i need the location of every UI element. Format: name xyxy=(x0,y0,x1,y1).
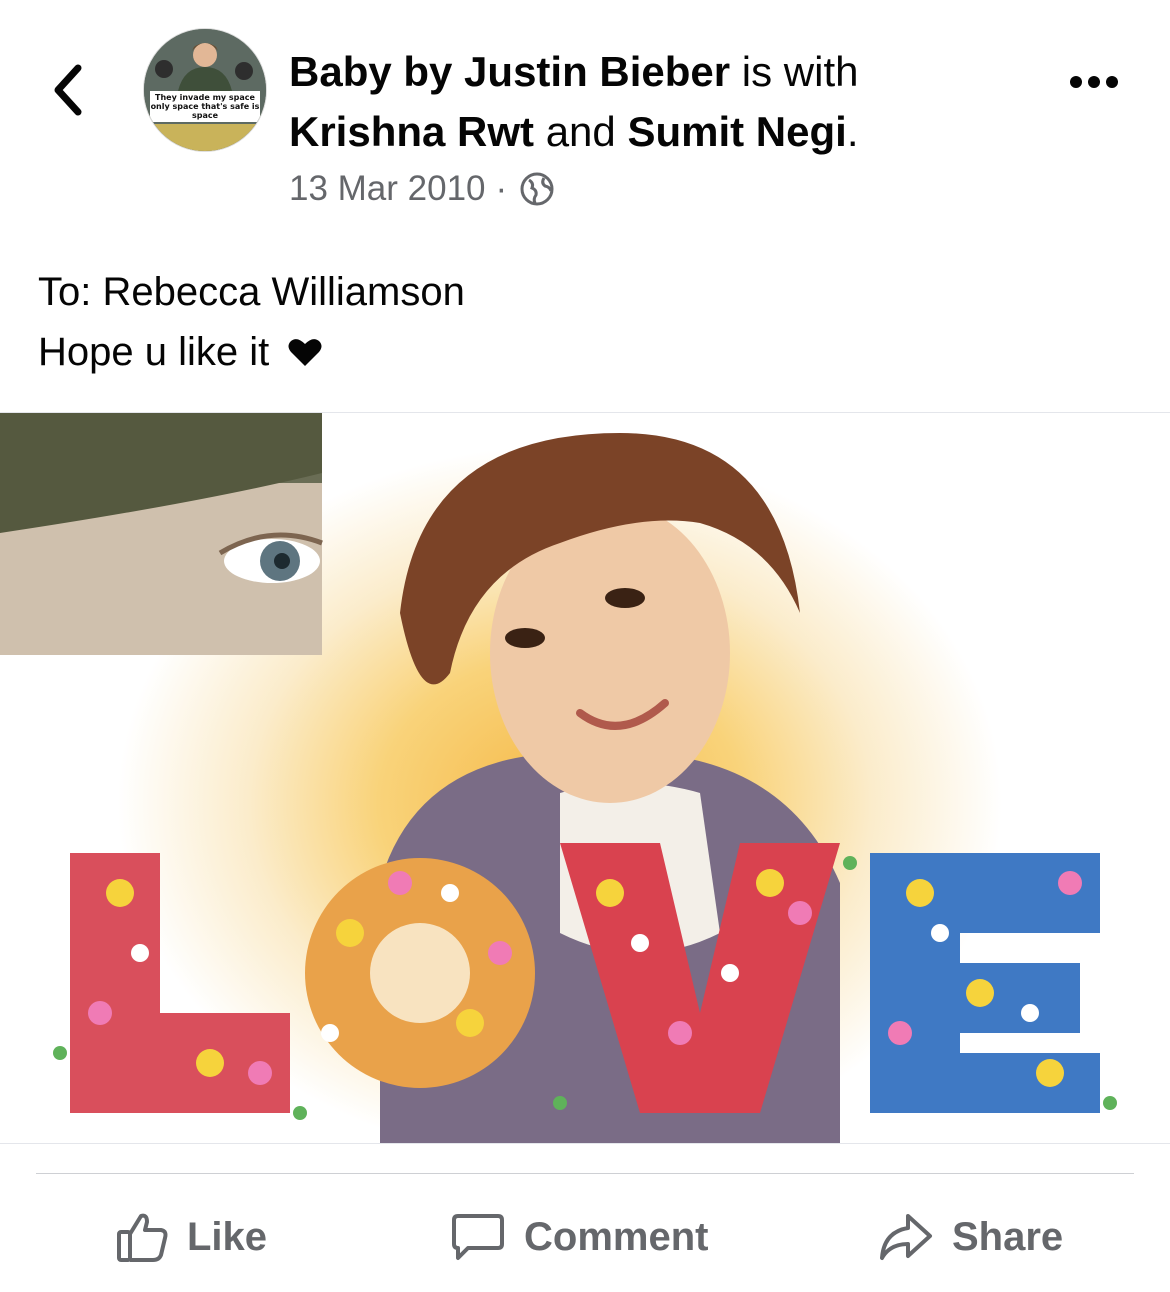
photo-illustration xyxy=(0,413,1117,1143)
post-body-line: Hope u like it xyxy=(38,322,465,382)
comment-label: Comment xyxy=(524,1214,709,1259)
avatar[interactable]: They invade my space only space that's s… xyxy=(143,28,267,152)
tagged-user-link[interactable]: Sumit Negi xyxy=(627,108,846,155)
and-text: and xyxy=(534,108,628,155)
like-label: Like xyxy=(187,1214,268,1259)
post-body-line: To: Rebecca Williamson xyxy=(38,270,465,314)
back-chevron-icon[interactable] xyxy=(46,60,94,120)
with-text: is with xyxy=(730,48,859,95)
globe-icon xyxy=(520,172,554,206)
period-text: . xyxy=(846,108,859,155)
post-date[interactable]: 13 Mar 2010 xyxy=(289,169,486,209)
tagged-user-link[interactable]: Krishna Rwt xyxy=(289,108,534,155)
page-name-link[interactable]: Baby by Justin Bieber xyxy=(289,48,730,95)
heart-icon xyxy=(288,339,322,366)
more-options-icon[interactable] xyxy=(1070,76,1118,88)
share-label: Share xyxy=(952,1214,1064,1259)
more-dot xyxy=(1070,76,1082,88)
more-dot xyxy=(1088,76,1100,88)
action-divider xyxy=(36,1173,1134,1174)
share-button[interactable]: Share xyxy=(878,1202,1063,1272)
avatar-caption: They invade my space only space that's s… xyxy=(150,91,260,122)
post-body: To: Rebecca Williamson Hope u like it xyxy=(38,262,465,382)
more-dot xyxy=(1106,76,1118,88)
post-header: Baby by Justin Bieber is with Krishna Rw… xyxy=(289,42,1049,162)
post-photo[interactable] xyxy=(0,412,1170,1144)
avatar-photo xyxy=(144,29,266,151)
post-body-text: Hope u like it xyxy=(38,330,270,374)
post-meta: 13 Mar 2010 · xyxy=(289,164,555,214)
thumbs-up-icon xyxy=(117,1213,168,1262)
comment-button[interactable]: Comment xyxy=(450,1202,708,1272)
share-arrow-icon xyxy=(880,1214,932,1260)
comment-icon xyxy=(452,1214,504,1260)
like-button[interactable]: Like xyxy=(115,1202,267,1272)
meta-separator: · xyxy=(495,169,508,208)
